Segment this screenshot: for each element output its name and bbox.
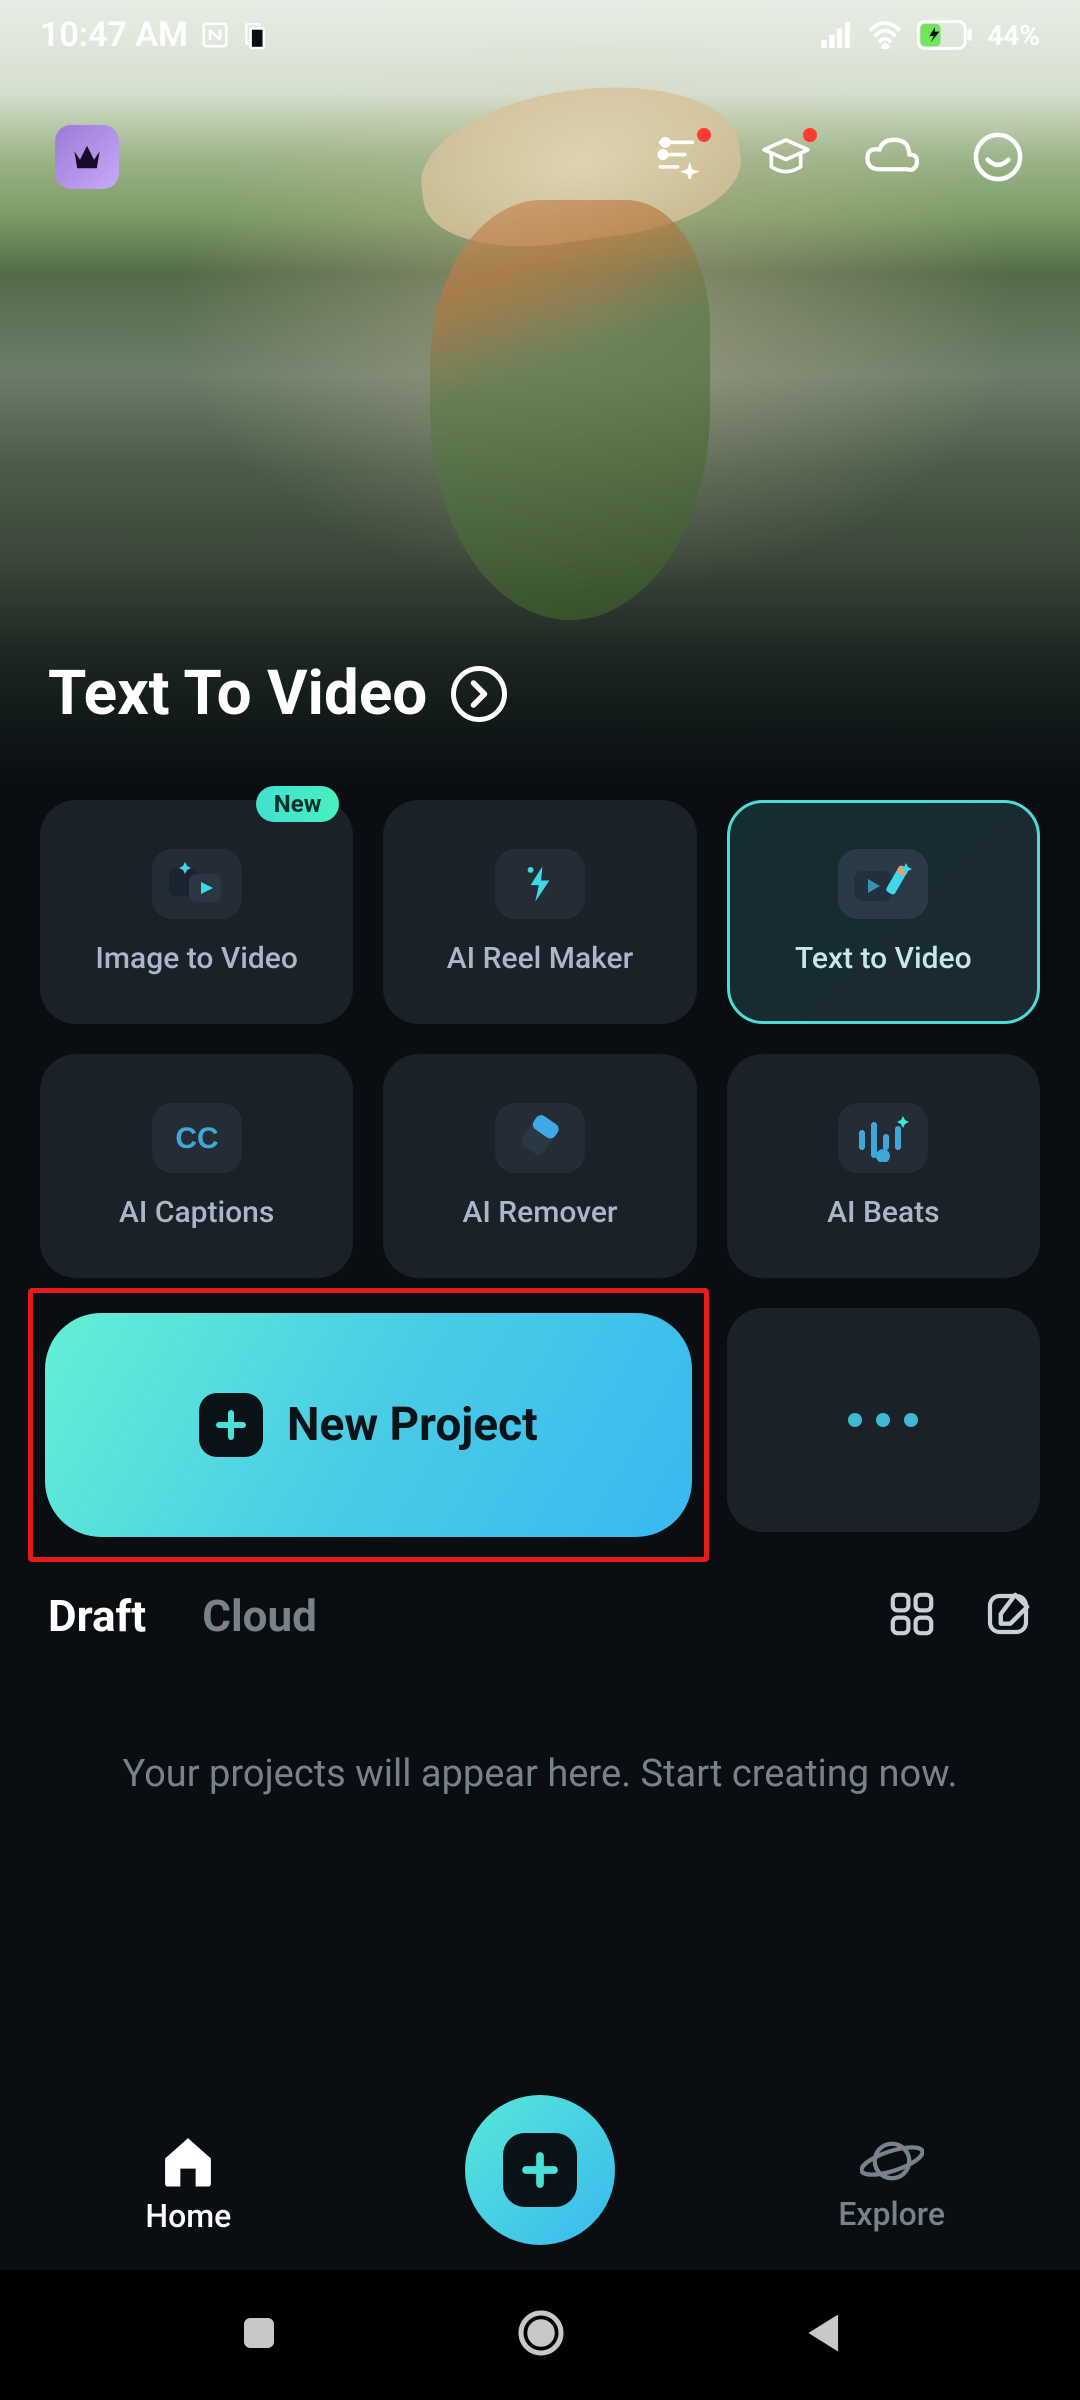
notification-dot [697,128,711,142]
nav-label: Home [145,2197,231,2235]
bottom-nav: Home Explore [0,2100,1080,2270]
status-time: 10:47 AM [40,15,188,55]
plus-icon [503,2133,577,2207]
wifi-icon [867,21,903,49]
lightning-icon [495,849,585,919]
nav-explore[interactable]: Explore [792,2137,992,2233]
recents-button[interactable] [239,2313,279,2357]
education-icon[interactable] [759,130,813,184]
feature-ai-reel-maker[interactable]: AI Reel Maker [383,800,696,1024]
highlight-box: New Project [28,1288,709,1562]
more-button[interactable] [727,1308,1040,1532]
feature-image-to-video[interactable]: New Image to Video [40,800,353,1024]
feature-label: AI Captions [119,1195,274,1230]
grid-view-icon[interactable] [888,1590,936,1642]
hero-title-button[interactable]: Text To Video [48,657,507,730]
fab-create[interactable] [465,2095,615,2245]
system-nav-bar [0,2270,1080,2400]
device-icon [242,20,268,50]
battery-percent: 44% [987,19,1040,52]
smile-icon[interactable] [971,130,1025,184]
nfc-icon [200,20,230,50]
feature-label: AI Reel Maker [447,941,633,976]
edit-icon[interactable] [984,1590,1032,1642]
text-video-icon [838,849,928,919]
empty-projects-message: Your projects will appear here. Start cr… [0,1642,1080,1796]
back-button[interactable] [803,2312,841,2358]
beats-icon [838,1103,928,1173]
feature-ai-remover[interactable]: AI Remover [383,1054,696,1278]
hero-title-text: Text To Video [48,657,427,730]
feature-label: AI Remover [462,1195,617,1230]
hero-banner[interactable]: Text To Video [0,0,1080,780]
svg-text:CC: CC [175,1122,218,1155]
cloud-icon[interactable] [865,130,919,184]
tab-cloud[interactable]: Cloud [202,1590,317,1642]
tab-draft[interactable]: Draft [48,1590,146,1642]
new-project-label: New Project [287,1398,538,1452]
home-icon [160,2135,216,2187]
status-bar: 10:47 AM 44% [0,0,1080,70]
dot-icon [876,1413,890,1427]
feature-ai-captions[interactable]: CC AI Captions [40,1054,353,1278]
signal-icon [821,22,853,48]
new-project-button[interactable]: New Project [45,1313,692,1537]
feature-text-to-video[interactable]: Text to Video [727,800,1040,1024]
premium-button[interactable] [55,125,119,189]
new-badge: New [256,786,340,822]
eraser-icon [495,1103,585,1173]
plus-icon [199,1393,263,1457]
home-button[interactable] [516,2308,566,2362]
filter-sparkle-icon[interactable] [653,130,707,184]
feature-label: Image to Video [95,941,297,976]
image-to-video-icon [152,849,242,919]
dot-icon [848,1413,862,1427]
nav-label: Explore [838,2195,945,2233]
chevron-right-icon [451,666,507,722]
feature-ai-beats[interactable]: AI Beats [727,1054,1040,1278]
feature-grid: New Image to Video AI Reel Maker Text to… [0,780,1080,1278]
notification-dot [803,128,817,142]
dot-icon [904,1413,918,1427]
battery-icon [917,20,973,50]
feature-label: Text to Video [795,941,972,976]
captions-icon: CC [152,1103,242,1173]
nav-home[interactable]: Home [88,2135,288,2235]
planet-icon [860,2137,924,2185]
feature-label: AI Beats [827,1195,939,1230]
